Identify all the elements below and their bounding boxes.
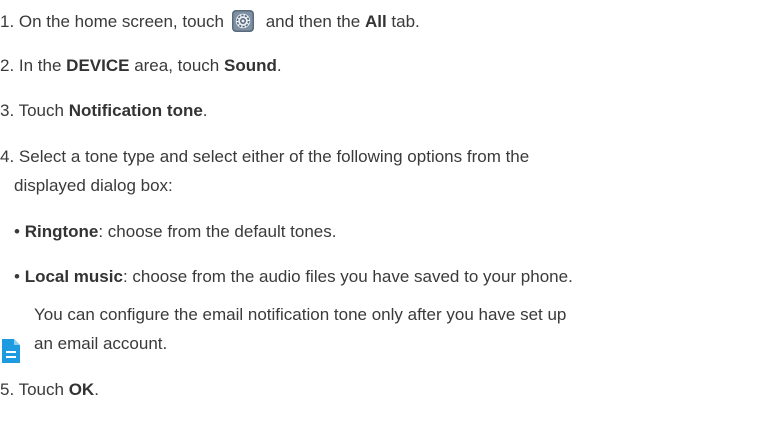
step-2-bold-sound: Sound (223, 56, 277, 75)
step-5-suffix: . (94, 380, 99, 399)
option-label: Ringtone (24, 222, 99, 241)
step-1-middle: and then the (260, 12, 365, 31)
note-line-2: an email account. (34, 334, 168, 353)
option-bullet: • (14, 222, 25, 241)
instructions-page: 1. On the home screen, touch and then th… (0, 0, 762, 438)
step-3-bold: Notification tone (68, 101, 203, 120)
step-2-suffix: . (276, 56, 282, 75)
step-5: 5. Touch OK. (0, 380, 99, 400)
option-text: : choose from the default tones. (98, 222, 337, 241)
step-2: 2. In the DEVICE area, touch Sound. (0, 56, 282, 76)
step-2-prefix: 2. In the (0, 56, 67, 75)
step-5-prefix: 5. Touch (0, 380, 69, 399)
step-2-bold-device: DEVICE (66, 56, 130, 75)
note-line-1: You can configure the email notification… (34, 305, 567, 324)
option-ringtone: • Ringtone: choose from the default tone… (14, 222, 337, 242)
step-3: 3. Touch Notification tone. (0, 101, 208, 121)
step-3-prefix: 3. Touch (0, 101, 69, 120)
step-1-prefix: 1. On the home screen, touch (0, 12, 224, 31)
step-3-suffix: . (202, 101, 208, 120)
option-local-music: • Local music: choose from the audio fil… (14, 267, 573, 287)
option-text: : choose from the audio files you have s… (122, 267, 573, 286)
note-document-icon (2, 339, 20, 363)
option-bullet: • (14, 267, 25, 286)
step-4-line-1: 4. Select a tone type and select either … (0, 147, 530, 166)
step-5-bold: OK (68, 380, 95, 399)
step-1-bold: All (364, 12, 387, 31)
option-label: Local music (24, 267, 123, 286)
step-1: 1. On the home screen, touch and then th… (0, 10, 420, 32)
step-1-suffix: tab. (386, 12, 420, 31)
step-2-middle: area, touch (129, 56, 224, 75)
settings-gear-icon (231, 10, 254, 32)
step-4-line-2: displayed dialog box: (14, 176, 173, 195)
